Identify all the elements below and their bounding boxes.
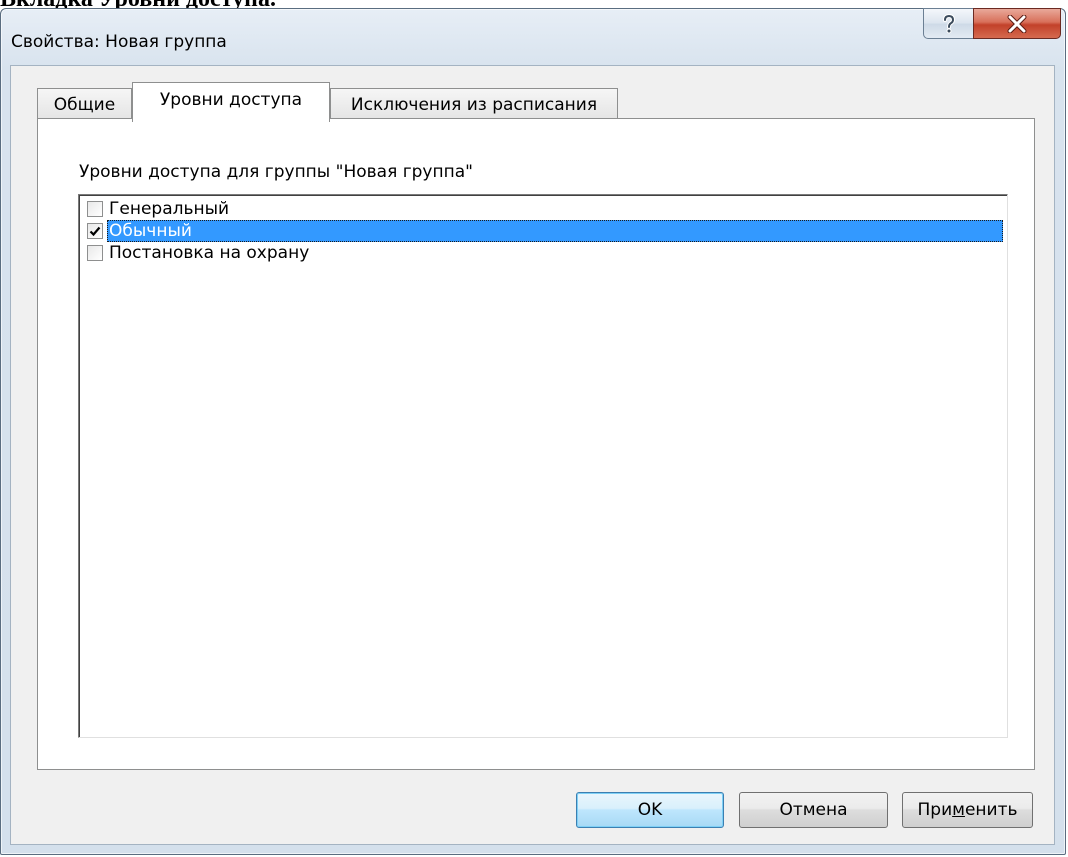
cancel-button[interactable]: Отмена	[739, 792, 888, 828]
access-levels-panel: Уровни доступа для группы "Новая группа"…	[37, 118, 1035, 770]
ok-button[interactable]: OK	[576, 792, 724, 828]
list-item-regular[interactable]: Обычный	[82, 220, 1003, 242]
apply-button[interactable]: При м енить	[902, 792, 1033, 828]
apply-label-part2: енить	[964, 800, 1018, 820]
tab-general[interactable]: Общие	[37, 88, 132, 120]
close-icon	[1007, 14, 1027, 33]
checkmark-icon	[89, 226, 101, 237]
list-item-label: Генеральный	[109, 199, 230, 219]
checkbox-regular[interactable]	[87, 223, 103, 239]
title-bar[interactable]: Свойства: Новая группа	[1, 8, 1065, 65]
help-icon	[942, 13, 955, 33]
list-item-label: Обычный	[107, 220, 1003, 242]
list-item-general[interactable]: Генеральный	[82, 198, 1003, 220]
tab-access-levels[interactable]: Уровни доступа	[132, 82, 330, 122]
access-levels-label: Уровни доступа для группы "Новая группа"	[79, 162, 473, 182]
help-button[interactable]	[923, 8, 973, 39]
apply-accelerator-key: м	[952, 800, 965, 820]
tab-schedule-exceptions[interactable]: Исключения из расписания	[330, 88, 618, 120]
list-item-arming[interactable]: Постановка на охрану	[82, 242, 1003, 264]
caption-buttons	[923, 8, 1061, 39]
checkbox-general[interactable]	[87, 201, 103, 217]
checkbox-arming[interactable]	[87, 245, 103, 261]
window-title: Свойства: Новая группа	[11, 32, 227, 52]
apply-label-part1: При	[917, 800, 953, 820]
list-item-label: Постановка на охрану	[109, 243, 310, 263]
access-levels-list[interactable]: Генеральный Обычный Постановка на охрану	[78, 194, 1008, 738]
close-button[interactable]	[973, 8, 1061, 39]
